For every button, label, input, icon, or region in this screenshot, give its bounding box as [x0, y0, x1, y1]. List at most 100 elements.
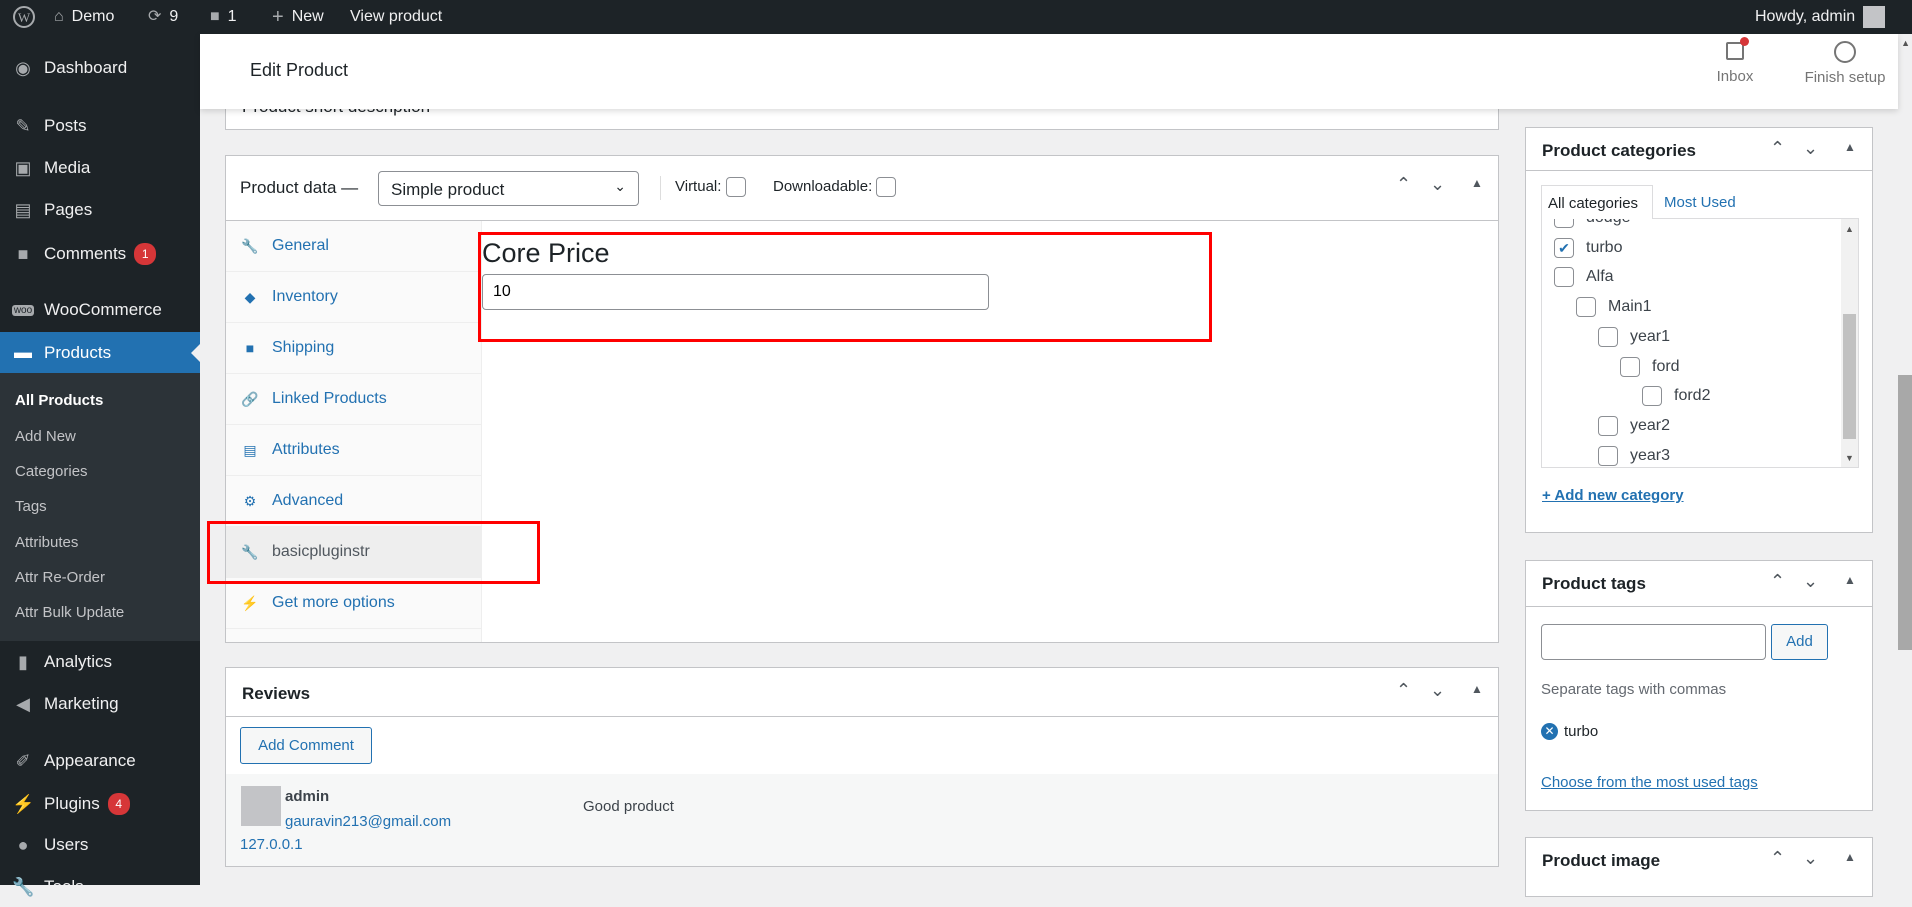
- sidebar-item-dashboard[interactable]: ◉ Dashboard: [0, 48, 200, 88]
- remove-tag-icon[interactable]: ✕: [1541, 723, 1558, 740]
- circle-icon: [1834, 41, 1856, 63]
- downloadable-checkbox-label[interactable]: Downloadable:: [773, 177, 897, 197]
- move-down-icon[interactable]: ⌄: [1803, 848, 1818, 869]
- category-checkbox[interactable]: [1598, 326, 1618, 347]
- tab-get-more-options[interactable]: ⚡ Get more options: [226, 578, 482, 629]
- sidebar-item-pages[interactable]: ▤ Pages: [0, 190, 200, 230]
- plugin-icon: ⚡: [12, 793, 35, 814]
- finish-setup-button[interactable]: Finish setup: [1795, 41, 1895, 86]
- review-ip-link[interactable]: 127.0.0.1: [240, 836, 303, 853]
- category-checkbox[interactable]: ✔: [1554, 237, 1574, 258]
- category-item[interactable]: dodge: [1554, 219, 1631, 233]
- submenu-attributes[interactable]: Attributes: [15, 534, 78, 551]
- tab-most-used[interactable]: Most Used: [1664, 194, 1736, 211]
- comments-badge: 1: [134, 243, 157, 265]
- category-checkbox[interactable]: [1576, 297, 1596, 318]
- sidebar-item-comments[interactable]: ■ Comments 1: [0, 234, 200, 274]
- page-header: Edit Product Inbox Finish setup: [200, 34, 1898, 109]
- tab-shipping[interactable]: ■ Shipping: [226, 323, 482, 374]
- virtual-checkbox[interactable]: [725, 177, 746, 197]
- choose-most-used-tags-link[interactable]: Choose from the most used tags: [1541, 774, 1758, 791]
- tab-general[interactable]: 🔧 General: [226, 221, 482, 272]
- tab-advanced[interactable]: ⚙ Advanced: [226, 476, 482, 527]
- plugin-icon: ⚡: [241, 594, 259, 611]
- submenu-add-new[interactable]: Add New: [15, 428, 76, 445]
- product-type-select[interactable]: Simple product ⌄: [378, 171, 639, 206]
- move-down-icon[interactable]: ⌄: [1430, 174, 1445, 195]
- media-icon: ▣: [14, 157, 32, 178]
- category-checkbox[interactable]: [1642, 386, 1662, 407]
- category-item[interactable]: year2: [1598, 411, 1670, 441]
- collapse-icon[interactable]: ▲: [1471, 682, 1483, 696]
- site-link[interactable]: ⌂ Demo: [54, 0, 114, 34]
- svg-text:W: W: [18, 10, 31, 25]
- sidebar-item-marketing[interactable]: ◀ Marketing: [0, 684, 200, 724]
- category-checkbox[interactable]: [1598, 445, 1618, 466]
- tab-inventory[interactable]: ◆ Inventory: [226, 272, 482, 323]
- tab-all-categories[interactable]: All categories: [1541, 185, 1653, 219]
- collapse-icon[interactable]: ▲: [1844, 850, 1856, 864]
- submenu-tags[interactable]: Tags: [15, 498, 47, 515]
- collapse-icon[interactable]: ▲: [1471, 176, 1483, 190]
- collapse-icon[interactable]: ▲: [1844, 573, 1856, 587]
- tag-icon: ◆: [244, 288, 256, 305]
- virtual-checkbox-label[interactable]: Virtual:: [675, 177, 746, 197]
- sidebar-item-appearance[interactable]: ✐ Appearance: [0, 741, 200, 781]
- wordpress-logo-icon[interactable]: W: [12, 0, 36, 34]
- move-up-icon[interactable]: ⌃: [1770, 571, 1785, 592]
- updates-link[interactable]: ⟳ 9: [148, 0, 178, 34]
- move-up-icon[interactable]: ⌃: [1770, 138, 1785, 159]
- submenu-attr-reorder[interactable]: Attr Re-Order: [15, 569, 105, 586]
- sidebar-item-posts[interactable]: ✎ Posts: [0, 106, 200, 146]
- category-item[interactable]: ford2: [1642, 381, 1710, 411]
- category-checkbox[interactable]: [1598, 415, 1618, 436]
- tab-attributes[interactable]: ▤ Attributes: [226, 425, 482, 476]
- account-menu[interactable]: Howdy, admin: [1755, 0, 1886, 34]
- product-tags-box: Product tags ⌃ ⌄ ▲ Add Separate tags wit…: [1525, 560, 1873, 811]
- sidebar-item-products[interactable]: ▬ Products: [0, 332, 200, 373]
- move-up-icon[interactable]: ⌃: [1770, 848, 1785, 869]
- tab-linked-products[interactable]: 🔗 Linked Products: [226, 374, 482, 425]
- category-item[interactable]: year3: [1598, 441, 1670, 467]
- category-item[interactable]: Main1: [1576, 292, 1652, 322]
- product-data-header: Product data — Simple product ⌄ Virtual: …: [226, 156, 1498, 221]
- category-item[interactable]: Alfa: [1554, 262, 1614, 292]
- sidebar-item-plugins[interactable]: ⚡ Plugins 4: [0, 784, 200, 824]
- sidebar-item-analytics[interactable]: ▮ Analytics: [0, 642, 200, 682]
- submenu-categories[interactable]: Categories: [15, 463, 88, 480]
- page-scrollbar[interactable]: [1898, 375, 1912, 650]
- users-icon: ●: [17, 834, 29, 855]
- move-down-icon[interactable]: ⌄: [1803, 138, 1818, 159]
- add-comment-button[interactable]: Add Comment: [240, 727, 372, 764]
- move-up-icon[interactable]: ⌃: [1396, 174, 1411, 195]
- sidebar-item-tools[interactable]: 🔧 Tools: [0, 867, 200, 907]
- category-item[interactable]: ford: [1620, 352, 1680, 382]
- category-checkbox[interactable]: [1620, 356, 1640, 377]
- sidebar-item-media[interactable]: ▣ Media: [0, 148, 200, 188]
- category-item[interactable]: year1: [1598, 322, 1670, 352]
- scroll-up-arrow[interactable]: ▲: [1901, 38, 1910, 48]
- comments-link[interactable]: ■ 1: [210, 0, 237, 34]
- category-checkbox[interactable]: [1554, 267, 1574, 288]
- new-link[interactable]: + New: [272, 0, 324, 34]
- dashboard-icon: ◉: [15, 57, 31, 78]
- move-down-icon[interactable]: ⌄: [1430, 680, 1445, 701]
- tag-input[interactable]: [1541, 624, 1766, 660]
- downloadable-checkbox[interactable]: [876, 177, 897, 197]
- category-checkbox[interactable]: [1554, 219, 1574, 228]
- inbox-button[interactable]: Inbox: [1710, 37, 1760, 85]
- category-item[interactable]: ✔ turbo: [1554, 233, 1622, 263]
- add-tag-button[interactable]: Add: [1771, 624, 1828, 660]
- sidebar-item-woocommerce[interactable]: woo WooCommerce: [0, 290, 200, 330]
- add-new-category-link[interactable]: + Add new category: [1542, 487, 1684, 504]
- submenu-all-products[interactable]: All Products: [15, 392, 103, 409]
- sidebar-item-users[interactable]: ● Users: [0, 825, 200, 865]
- review-email-link[interactable]: gauravin213@gmail.com: [285, 813, 451, 830]
- move-down-icon[interactable]: ⌄: [1803, 571, 1818, 592]
- plugins-badge: 4: [107, 793, 130, 815]
- collapse-icon[interactable]: ▲: [1844, 140, 1856, 154]
- view-product-link[interactable]: View product: [350, 0, 442, 34]
- move-up-icon[interactable]: ⌃: [1396, 680, 1411, 701]
- submenu-attr-bulk-update[interactable]: Attr Bulk Update: [15, 604, 124, 621]
- category-scrollbar[interactable]: ▲ ▼: [1841, 219, 1858, 467]
